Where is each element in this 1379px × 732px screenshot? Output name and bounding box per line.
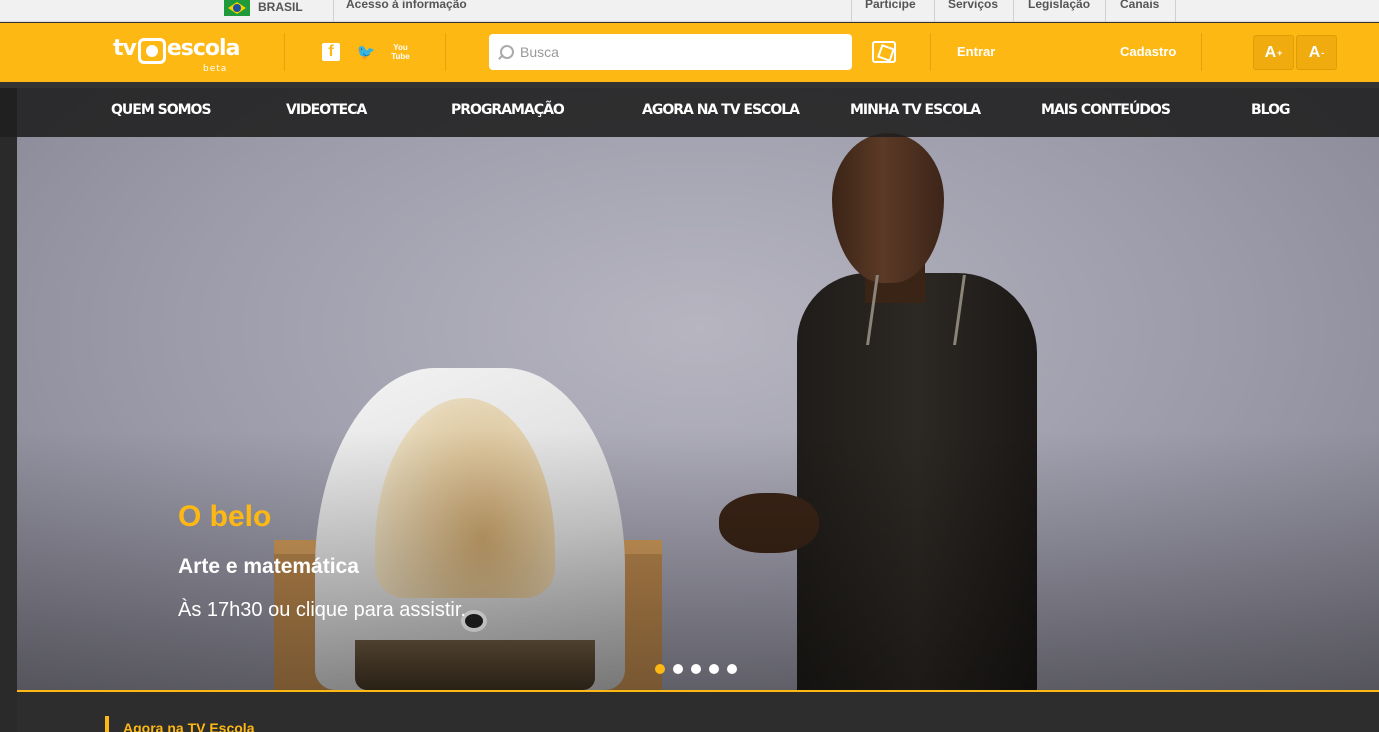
login-link[interactable]: Entrar [957, 44, 995, 59]
divider [445, 33, 446, 71]
access-info-link[interactable]: Acesso à informação [346, 0, 467, 11]
nav-programacao[interactable]: PROGRAMAÇÃO [451, 102, 565, 118]
twitter-icon[interactable]: 🐦 [354, 43, 378, 61]
register-link[interactable]: Cadastro [1120, 44, 1176, 59]
divider [1105, 0, 1106, 22]
hero-subtitle: Arte e matemática [178, 555, 359, 578]
carousel-dot-2[interactable] [673, 664, 683, 674]
left-shadow [0, 137, 17, 732]
carousel-dot-4[interactable] [709, 664, 719, 674]
now-on-tv-section: Agora na TV Escola [17, 690, 1379, 732]
logo-beta-text: beta [203, 64, 228, 74]
carousel-dots [655, 664, 737, 674]
nav-mais-conteudos[interactable]: MAIS CONTEÚDOS [1041, 102, 1171, 118]
divider [1013, 0, 1014, 22]
search-input[interactable] [520, 44, 840, 60]
hero-banner[interactable]: O belo Arte e matemática Às 17h30 ou cli… [17, 88, 1379, 690]
site-header: tv escola beta f 🐦 You Tube Entrar Cadas… [0, 23, 1379, 82]
brasil-label: BRASIL [258, 0, 303, 14]
brazil-flag-icon [224, 0, 250, 16]
divider [333, 0, 334, 22]
divider [1175, 0, 1176, 22]
search-box[interactable] [489, 34, 852, 70]
divider [284, 33, 285, 71]
divider [851, 0, 852, 22]
carousel-dot-3[interactable] [691, 664, 701, 674]
logo-mark-icon [137, 38, 166, 64]
divider [934, 0, 935, 22]
search-icon [500, 45, 514, 59]
nav-agora-na-tv-escola[interactable]: AGORA NA TV ESCOLA [642, 102, 800, 118]
canais-link[interactable]: Canais [1120, 0, 1159, 11]
hero-title[interactable]: O belo [178, 500, 271, 534]
participe-link[interactable]: Participe [865, 0, 916, 11]
logo-tv-text: tv [113, 36, 137, 61]
main-nav: QUEM SOMOS VIDEOTECA PROGRAMAÇÃO AGORA N… [0, 88, 1379, 137]
servicos-link[interactable]: Serviços [948, 0, 998, 11]
section-heading: Agora na TV Escola [123, 720, 255, 732]
carousel-dot-1[interactable] [655, 664, 665, 674]
font-decrease-button[interactable]: A- [1296, 35, 1337, 70]
section-marker [105, 716, 109, 732]
font-increase-button[interactable]: A + [1253, 35, 1294, 70]
brasil-link[interactable]: BRASIL [224, 0, 303, 22]
tv-escola-logo[interactable]: tv escola beta [113, 36, 241, 74]
hero-cta[interactable]: Às 17h30 ou clique para assistir. [178, 599, 466, 622]
divider [930, 33, 931, 71]
nav-minha-tv-escola[interactable]: MINHA TV ESCOLA [850, 102, 981, 118]
legislacao-link[interactable]: Legislação [1028, 0, 1090, 11]
facebook-icon[interactable]: f [322, 43, 340, 61]
youtube-icon[interactable]: You Tube [391, 40, 410, 64]
gov-top-bar: BRASIL Acesso à informação Participe Ser… [0, 0, 1379, 22]
nav-videoteca[interactable]: VIDEOTECA [286, 102, 367, 118]
divider [1201, 33, 1202, 71]
logo-escola-text: escola [166, 36, 241, 61]
nav-blog[interactable]: BLOG [1251, 102, 1290, 118]
nav-quem-somos[interactable]: QUEM SOMOS [111, 102, 212, 118]
cube-icon[interactable] [872, 41, 896, 63]
carousel-dot-5[interactable] [727, 664, 737, 674]
